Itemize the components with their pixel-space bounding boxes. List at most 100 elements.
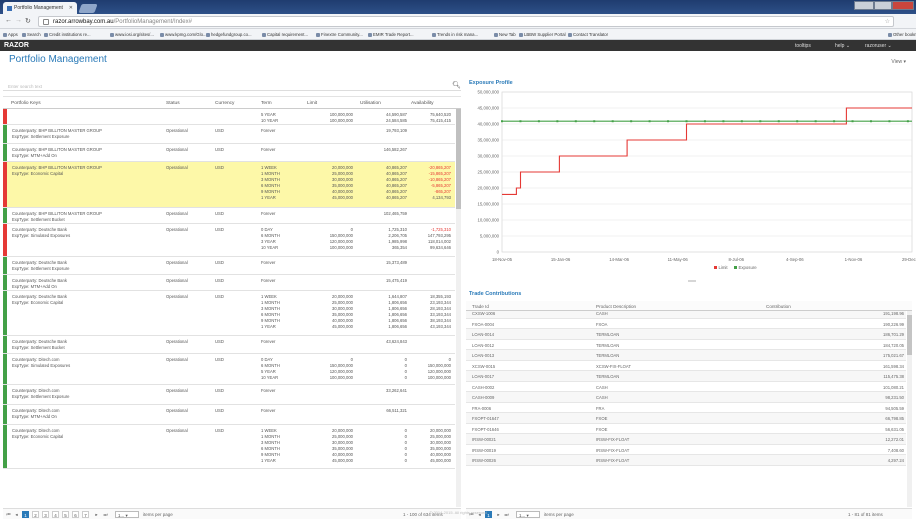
bookmark-star-icon[interactable]: ☆ bbox=[885, 18, 890, 25]
trade-row[interactable]: LOAN-0013 TERMLOAN 175,021.67 bbox=[466, 350, 906, 361]
series-marker bbox=[501, 120, 503, 123]
contribution: 101,080.21 bbox=[883, 384, 904, 390]
trade-row[interactable]: LOAN-0014 TERMLOAN 186,701.29 bbox=[466, 329, 906, 340]
bookmark-item[interactable]: www.kpmg.com/Glo... bbox=[160, 32, 207, 37]
grid-scroll-thumb[interactable] bbox=[456, 109, 461, 209]
url-input[interactable]: razor.arrowbay.com.au/PortfolioManagemen… bbox=[38, 16, 894, 27]
term-cell-line: Forever bbox=[261, 278, 276, 283]
search-box[interactable]: Enter search text 🔍︎ bbox=[3, 80, 461, 91]
col-utilisation[interactable]: Utilisation bbox=[360, 101, 381, 106]
status-cell: Operational bbox=[166, 278, 188, 283]
trade-row[interactable]: CASH-0009 CASH 98,231.50 bbox=[466, 392, 906, 403]
trade-row[interactable]: XCSW-0015 XCSW-FIX-FLOAT 161,598.34 bbox=[466, 361, 906, 371]
bookmark-item[interactable]: EMIR Trade Report... bbox=[368, 32, 414, 37]
maximize-button[interactable] bbox=[874, 1, 892, 10]
trade-row[interactable]: IRSW-00026 IRSW-FIX-FLOAT 4,297.24 bbox=[466, 455, 906, 466]
col-portfolio-keys[interactable]: Portfolio Keys bbox=[11, 101, 41, 106]
status-cell: Operational bbox=[166, 408, 188, 413]
bookmark-item[interactable]: LBBW Supplier Portal bbox=[519, 32, 566, 37]
trade-id: CASH-0009 bbox=[472, 395, 495, 400]
col-limit[interactable]: Limit bbox=[307, 101, 317, 106]
col-status[interactable]: Status bbox=[166, 101, 180, 106]
table-row[interactable]: Counterparty: BHP BILLITON MASTER GROUP E… bbox=[3, 162, 455, 208]
bookmark-label: hedgefundgroup.co... bbox=[211, 32, 252, 37]
trade-row[interactable]: CXSW-1006 CASH 191,198.96 bbox=[466, 311, 906, 319]
limit-cell-line: 45,000,000 bbox=[332, 195, 353, 200]
term-cell: Forever bbox=[261, 147, 275, 153]
browser-tab[interactable]: Portfolio Management ✕ bbox=[3, 2, 77, 14]
series-marker bbox=[740, 120, 743, 123]
table-row[interactable]: Counterparty: Ditech.com ExpType: Settlem… bbox=[3, 385, 455, 405]
minimize-button[interactable] bbox=[854, 1, 874, 10]
table-row[interactable]: Counterparty: Ditech.com ExpType: Simulat… bbox=[3, 354, 455, 385]
trades-scroll-thumb[interactable] bbox=[907, 315, 912, 355]
brand-logo[interactable]: RAZOR bbox=[4, 42, 29, 49]
bookmark-item[interactable]: hedgefundgroup.co... bbox=[206, 32, 252, 37]
term-cell-line: 10 YEAR bbox=[261, 245, 279, 250]
status-cell: Operational bbox=[166, 165, 188, 170]
new-tab-button[interactable] bbox=[78, 4, 98, 13]
trade-row[interactable]: FXOA-0004 FXOA 190,226.99 bbox=[466, 319, 906, 329]
trade-row[interactable]: FXOPT-01646 FXOE 56,631.05 bbox=[466, 424, 906, 434]
back-icon[interactable]: ← bbox=[5, 17, 12, 24]
bookmark-item[interactable]: Capital requirement... bbox=[262, 32, 308, 37]
tooltips-menu[interactable]: tooltips bbox=[795, 43, 811, 49]
search-icon[interactable]: 🔍︎ bbox=[452, 81, 461, 89]
bookmark-item[interactable]: Search bbox=[22, 32, 41, 37]
table-row[interactable]: Counterparty: BHP BILLITON MASTER GROUP E… bbox=[3, 208, 455, 224]
table-row[interactable]: Counterparty: Ditech.com ExpType: MTM+Add… bbox=[3, 405, 455, 425]
trades-scrollbar[interactable] bbox=[907, 311, 912, 507]
trade-row[interactable]: FXOPT-01647 FXOE 66,798.85 bbox=[466, 413, 906, 424]
table-row[interactable]: Counterparty: BHP BILLITON MASTER GROUP E… bbox=[3, 125, 455, 144]
bookmark-item[interactable]: Trends in risk mana... bbox=[432, 32, 478, 37]
utilisation-cell: 44,590,587 24,584,585 bbox=[360, 112, 407, 124]
close-window-button[interactable] bbox=[892, 1, 914, 10]
contribution: 184,720.05 bbox=[883, 342, 904, 348]
trade-row[interactable]: IRSW-00021 IRSW-FIX-FLOAT 12,272.01 bbox=[466, 434, 906, 445]
series-marker bbox=[611, 120, 614, 123]
col-term[interactable]: Term bbox=[261, 101, 272, 106]
availability-cell-line: 100,000,000 bbox=[427, 375, 451, 380]
product-description: CASH bbox=[596, 395, 608, 400]
trade-id: IRSW-00026 bbox=[472, 458, 496, 463]
table-row[interactable]: Counterparty: Ditech.com ExpType: Economi… bbox=[3, 425, 455, 469]
col-availability[interactable]: Availability bbox=[411, 101, 434, 106]
forward-icon[interactable]: → bbox=[15, 17, 22, 24]
trade-row[interactable]: LOAN-0012 TERMLOAN 184,720.05 bbox=[466, 340, 906, 350]
bookmark-item[interactable]: New Tab bbox=[494, 32, 516, 37]
trade-row[interactable]: CASH-0002 CASH 101,080.21 bbox=[466, 382, 906, 392]
help-menu[interactable]: help ⌄ bbox=[835, 43, 850, 49]
table-row[interactable]: Counterparty: Deutsche Bank ExpType: Simu… bbox=[3, 224, 455, 257]
user-menu[interactable]: razoruser ⌄ bbox=[865, 43, 892, 49]
table-row[interactable]: Counterparty: BHP BILLITON MASTER GROUP E… bbox=[3, 144, 455, 162]
bookmark-item[interactable]: Other bookmarks bbox=[888, 32, 916, 37]
bookmark-item[interactable]: Apps bbox=[3, 32, 18, 37]
col-trade-id[interactable]: Trade Id bbox=[472, 304, 489, 309]
table-row[interactable]: Counterparty: Deutsche Bank ExpType: Sett… bbox=[3, 257, 455, 275]
col-contribution[interactable]: Contribution bbox=[766, 304, 791, 309]
col-product-description[interactable]: Product Description bbox=[596, 304, 636, 309]
col-currency[interactable]: Currency bbox=[215, 101, 234, 106]
table-row[interactable]: 5 YEAR 10 YEAR 100,000,000 100,000,000 44,59… bbox=[3, 109, 455, 125]
limit-cell: 0 150,000,000 120,000,000 100,000,000 bbox=[305, 227, 353, 251]
x-tick-label: 15-Jan-06 bbox=[551, 257, 571, 262]
trade-row[interactable]: LOAN-0017 TERMLOAN 115,475.38 bbox=[466, 371, 906, 382]
bookmark-item[interactable]: www.iosi.org/sites/... bbox=[110, 32, 154, 37]
utilisation-cell: 102,465,759 bbox=[360, 211, 407, 217]
contribution: 12,272.01 bbox=[885, 437, 904, 442]
reload-icon[interactable]: ↻ bbox=[25, 17, 31, 25]
trade-row[interactable]: FRA-0006 FRA 94,505.59 bbox=[466, 403, 906, 413]
product-description: IRSW-FIX-FLOAT bbox=[596, 437, 630, 442]
view-menu[interactable]: View ▾ bbox=[891, 59, 906, 65]
table-row[interactable]: Counterparty: Deutsche Bank ExpType: Econ… bbox=[3, 291, 455, 336]
bookmark-item[interactable]: Finextre Community... bbox=[316, 32, 363, 37]
bookmark-item[interactable]: Credit institutions re... bbox=[44, 32, 91, 37]
trade-row[interactable]: IRSW-00019 IRSW-FIX-FLOAT 7,408.60 bbox=[466, 445, 906, 455]
bookmark-item[interactable]: Contact Translator bbox=[568, 32, 608, 37]
table-row[interactable]: Counterparty: Deutsche Bank ExpType: Sett… bbox=[3, 336, 455, 354]
bookmark-label: Search bbox=[27, 32, 41, 37]
close-tab-icon[interactable]: ✕ bbox=[69, 5, 73, 11]
grid-scrollbar[interactable] bbox=[456, 109, 461, 507]
search-input[interactable]: Enter search text bbox=[8, 84, 42, 89]
table-row[interactable]: Counterparty: Deutsche Bank ExpType: MTM+… bbox=[3, 275, 455, 291]
